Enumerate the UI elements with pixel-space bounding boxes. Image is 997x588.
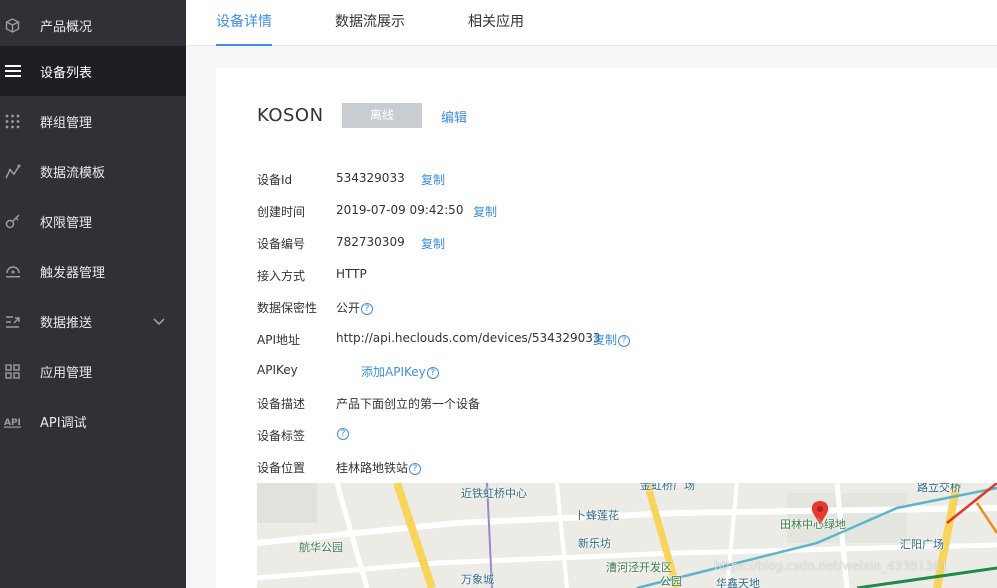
sidebar-item-trigger-management[interactable]: 触发器管理 [0,246,186,296]
line-chart-icon [4,163,21,180]
help-icon[interactable]: ? [618,334,631,347]
apikey-label: APIKey [257,363,298,377]
tab-related-apps[interactable]: 相关应用 [468,0,524,46]
map-label: 新乐坊 [578,537,611,550]
map-label: 航华公园 [299,541,343,554]
edit-button[interactable]: 编辑 [441,107,467,126]
device-description-label: 设备描述 [257,397,306,411]
device-name: KOSON [257,105,324,126]
help-icon[interactable]: ? [337,428,349,440]
sidebar-item-data-push[interactable]: 数据推送 [0,296,186,346]
device-description-value: 产品下面创立的第一个设备 [336,397,481,411]
map-label: 金虹桥广场 [640,483,695,492]
map-label: 华鑫天地 [716,577,760,588]
copy-id-button[interactable]: 复制 [421,171,445,188]
add-apikey-row: 添加APIKey? [361,363,439,380]
api-address-value: http://api.heclouds.com/devices/53432903… [336,331,601,345]
data-privacy-value: 公开 [336,301,361,315]
data-privacy-row: 公开? [336,299,374,316]
map-label: 万象城 [461,573,494,586]
sidebar-item-label: API调试 [40,415,87,431]
sidebar-item-datastream-template[interactable]: 数据流模板 [0,146,186,196]
map-label: 路立交桥 [917,483,961,494]
tab-device-details[interactable]: 设备详情 [216,0,272,46]
sidebar-item-group-management[interactable]: 群组管理 [0,96,186,146]
add-apikey-button[interactable]: 添加APIKey [361,365,426,379]
sidebar-item-api-debug[interactable]: API API调试 [0,396,186,446]
data-privacy-label: 数据保密性 [257,301,318,315]
key-icon [4,213,21,230]
copy-api-row: 复制? [593,331,631,348]
sidebar: 产品概况 设备列表 群组管理 数据流模板 权限管理 触发器管理 数据推送 应用管… [0,0,186,588]
sidebar-item-label: 数据推送 [40,315,93,331]
trigger-icon [4,263,21,280]
map-label: 汇阳广场 [900,538,944,551]
device-location-label: 设备位置 [257,461,306,475]
status-badge: 离线 [342,103,422,128]
sidebar-item-label: 群组管理 [40,115,93,131]
access-method-label: 接入方式 [257,269,306,283]
help-icon[interactable]: ? [409,462,422,475]
tab-bar: 设备详情 数据流展示 相关应用 [186,0,997,46]
device-location-value: 桂林路地铁站 [336,461,409,475]
map-label: 田林中心绿地 [780,518,846,531]
created-time-value: 2019-07-09 09:42:50 [336,203,464,217]
device-code-label: 设备编号 [257,237,306,251]
cube-icon [4,17,21,34]
sidebar-item-product-overview[interactable]: 产品概况 [0,0,186,50]
api-address-label: API地址 [257,333,300,347]
device-location-row: 桂林路地铁站? [336,459,422,476]
api-icon: API [4,413,21,430]
location-map[interactable]: 近铁虹桥中心 金虹桥广场 路立交桥 卜蜂莲花 田林中心绿地 航华公园 新乐坊 汇… [257,483,997,588]
access-method-value: HTTP [336,267,367,281]
list-icon [4,63,21,80]
sidebar-item-app-management[interactable]: 应用管理 [0,346,186,396]
sidebar-item-label: 触发器管理 [40,265,106,281]
sidebar-item-label: 数据流模板 [40,165,106,181]
created-time-label: 创建时间 [257,205,306,219]
copy-api-button[interactable]: 复制 [593,333,617,347]
sidebar-item-label: 产品概况 [40,19,93,35]
apps-icon [4,363,21,380]
help-icon[interactable]: ? [361,302,374,315]
help-icon[interactable]: ? [426,366,439,379]
copy-code-button[interactable]: 复制 [421,235,445,252]
push-icon [4,313,21,330]
sidebar-item-label: 应用管理 [40,365,93,381]
map-label: 近铁虹桥中心 [461,487,527,500]
tab-datastream-display[interactable]: 数据流展示 [335,0,405,46]
device-code-value: 782730309 [336,235,405,249]
sidebar-item-label: 设备列表 [40,65,93,81]
device-tags-label: 设备标签 [257,429,306,443]
watermark: https://blog.csdn.net/weixin_43381381 [714,559,949,573]
sidebar-item-permission-management[interactable]: 权限管理 [0,196,186,246]
chevron-down-icon[interactable] [153,315,165,327]
grid-dots-icon [4,113,21,130]
sidebar-item-device-list[interactable]: 设备列表 [0,46,186,96]
sidebar-item-label: 权限管理 [40,215,93,231]
device-id-label: 设备Id [257,173,293,187]
copy-created-button[interactable]: 复制 [473,203,497,220]
map-label: 卜蜂莲花 [575,509,619,522]
device-id-value: 534329033 [336,171,405,185]
map-label: 公园 [660,575,682,588]
